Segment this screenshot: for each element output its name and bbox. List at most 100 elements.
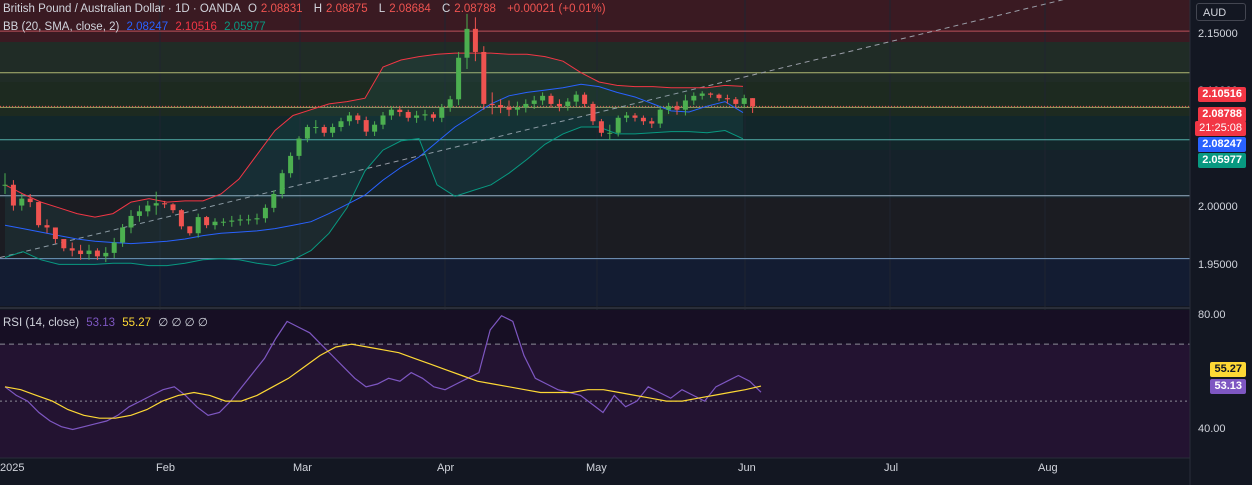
candle-body-18 <box>153 203 159 206</box>
rsi-extra-values: ∅ ∅ ∅ ∅ <box>158 317 208 329</box>
candle-body-70 <box>590 103 596 122</box>
candle-body-33 <box>279 173 285 194</box>
candle-body-17 <box>145 205 151 212</box>
candle-body-30 <box>254 218 260 220</box>
candle-body-39 <box>330 127 336 133</box>
time-tick-label: Jul <box>884 462 899 474</box>
candle-body-4 <box>36 202 42 226</box>
chart-canvas <box>0 0 1191 485</box>
rsi-badge: 53.13 <box>1210 379 1246 394</box>
bb-label: BB (20, SMA, close, 2) <box>3 21 120 33</box>
candle-body-73 <box>615 117 621 133</box>
candle-body-50 <box>422 114 428 116</box>
candle-body-61 <box>514 107 520 110</box>
bb-basis-badge: 2.08247 <box>1198 137 1246 152</box>
low-value: 2.08684 <box>389 3 431 15</box>
candle-body-84 <box>708 93 714 95</box>
time-tick-label: Aug <box>1038 462 1058 474</box>
candle-body-77 <box>649 121 655 124</box>
candle-body-32 <box>271 193 277 208</box>
candle-body-74 <box>624 115 630 118</box>
candle-body-66 <box>556 103 562 107</box>
candle-body-35 <box>296 138 302 156</box>
candle-body-88 <box>741 98 747 104</box>
candle-body-25 <box>212 221 218 226</box>
candle-body-85 <box>716 94 722 99</box>
candle-body-57 <box>481 51 487 104</box>
candle-body-20 <box>170 204 176 211</box>
candle-body-36 <box>304 127 310 139</box>
candle-body-55 <box>464 28 470 58</box>
time-tick-label: 2025 <box>0 462 25 474</box>
candle-body-80 <box>674 106 680 110</box>
rsi-tick-label: 80.00 <box>1198 308 1226 321</box>
candle-body-24 <box>204 217 210 226</box>
candle-body-23 <box>195 217 201 234</box>
candle-body-2 <box>19 198 25 206</box>
candle-body-3 <box>27 198 33 203</box>
candle-body-41 <box>346 115 352 122</box>
bb-upper-value: 2.10516 <box>175 21 217 33</box>
candle-body-8 <box>69 248 75 251</box>
candle-body-6 <box>52 227 58 240</box>
price-tick-label: 1.95000 <box>1198 258 1238 271</box>
time-tick-label: May <box>586 462 607 474</box>
candle-body-19 <box>162 203 168 205</box>
candle-body-56 <box>472 28 478 52</box>
candle-body-31 <box>262 207 268 219</box>
candle-body-81 <box>682 100 688 110</box>
rsi-legend[interactable]: RSI (14, close) 53.13 55.27 ∅ ∅ ∅ ∅ <box>3 315 212 331</box>
candle-body-26 <box>220 221 226 223</box>
candle-body-40 <box>338 121 344 128</box>
rsi-value: 53.13 <box>86 317 116 329</box>
countdown-badge: 21:25:08 <box>1195 121 1246 136</box>
candle-body-58 <box>489 103 495 106</box>
time-tick-label: Jun <box>738 462 756 474</box>
candle-body-12 <box>103 252 109 257</box>
candle-body-7 <box>61 239 67 249</box>
time-tick-label: Apr <box>437 462 455 474</box>
candle-body-52 <box>439 107 445 118</box>
candle-body-27 <box>229 220 235 222</box>
candle-body-42 <box>355 115 361 121</box>
candle-body-60 <box>506 107 512 110</box>
candle-body-51 <box>430 114 436 118</box>
candle-body-11 <box>94 250 100 257</box>
candle-body-79 <box>666 106 672 110</box>
change-value: +0.00021 (+0.01%) <box>507 3 606 15</box>
currency-selector[interactable]: AUD <box>1196 3 1246 21</box>
candle-body-37 <box>313 127 319 129</box>
open-value: 2.08831 <box>260 3 303 15</box>
bb-legend[interactable]: BB (20, SMA, close, 2) 2.08247 2.10516 2… <box>3 19 270 35</box>
candle-body-46 <box>388 109 394 116</box>
high-value: 2.08875 <box>326 3 368 15</box>
candle-body-76 <box>640 117 646 122</box>
candle-body-14 <box>120 227 126 243</box>
time-tick-label: Feb <box>156 462 175 474</box>
candle-body-89 <box>750 98 756 107</box>
candle-body-45 <box>380 115 386 125</box>
bb-lower-value: 2.05977 <box>224 21 266 33</box>
bb-upper-badge: 2.10516 <box>1198 87 1246 102</box>
rsi-label: RSI (14, close) <box>3 317 80 329</box>
close-value: 2.08788 <box>454 3 496 15</box>
candle-body-21 <box>178 210 184 227</box>
candle-body-82 <box>691 95 697 101</box>
price-tick-label: 2.15000 <box>1198 27 1238 40</box>
symbol-legend: British Pound / Australian Dollar · 1D ·… <box>3 3 606 15</box>
chart-stage: British Pound / Australian Dollar · 1D ·… <box>0 0 1252 485</box>
candle-body-53 <box>447 99 453 108</box>
price-zone-band-6 <box>0 258 1190 306</box>
candle-body-63 <box>531 100 537 104</box>
candle-body-87 <box>733 99 739 104</box>
price-zone-band-1 <box>0 42 1190 82</box>
candle-body-29 <box>246 219 252 221</box>
candle-body-83 <box>699 93 705 96</box>
candle-body-10 <box>86 250 92 255</box>
candle-body-86 <box>724 98 730 100</box>
symbol-title: British Pound / Australian Dollar · 1D ·… <box>3 3 241 15</box>
candle-body-68 <box>573 94 579 102</box>
time-tick-label: Mar <box>293 462 312 474</box>
candle-body-28 <box>237 219 243 221</box>
bb-lower-badge: 2.05977 <box>1198 153 1246 168</box>
